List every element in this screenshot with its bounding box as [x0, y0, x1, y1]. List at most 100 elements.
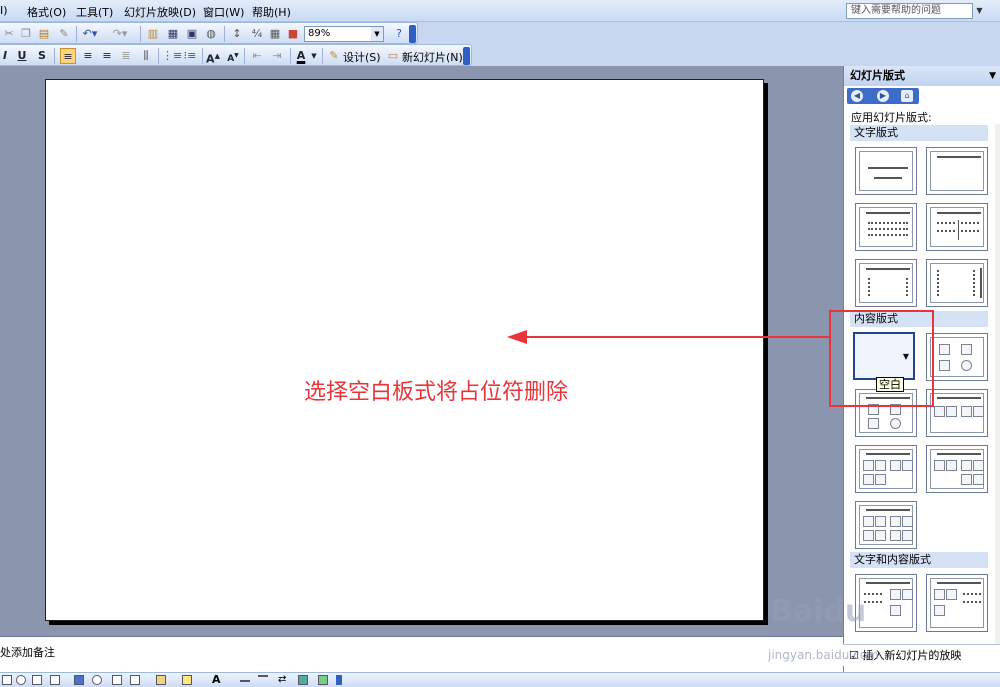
new-slide-button[interactable]: 新幻灯片(N) — [402, 49, 463, 65]
design-button[interactable]: 设计(S) — [343, 49, 381, 65]
oval-icon[interactable] — [16, 675, 26, 685]
show-formatting-icon[interactable]: ⁴⁄₄ — [250, 26, 264, 42]
textbox-icon[interactable] — [32, 675, 42, 685]
align-center-icon[interactable]: ≡ — [80, 48, 96, 64]
numbering-icon[interactable]: ⋮≡ — [162, 48, 182, 64]
zoom-select[interactable]: 89% ▼ — [304, 26, 384, 42]
rectangle-icon[interactable] — [2, 675, 12, 685]
increase-indent-icon[interactable]: ⇥ — [270, 48, 284, 64]
layout-title-text[interactable] — [855, 203, 917, 251]
formatting-toolbar: I U S ≡ ≡ ≡ ≣ ⫼ ⋮≡ ⁝≡ A▲ A▼ ⇤ ⇥ A ▼ ✎ 设计… — [0, 44, 472, 66]
fill-color-icon[interactable] — [156, 675, 166, 685]
layout-title-only[interactable] — [926, 147, 988, 195]
color-grayscale-icon[interactable]: ■ — [287, 26, 299, 42]
toolbar-options-grip[interactable] — [463, 47, 470, 65]
menu-item-window[interactable]: 窗口(W) — [203, 4, 244, 20]
shadow-button[interactable]: S — [36, 48, 48, 64]
bullets-icon[interactable]: ⁝≡ — [182, 48, 198, 64]
paste-icon[interactable]: ▤ — [38, 26, 50, 42]
font-color-draw-icon[interactable]: A — [212, 674, 222, 685]
layout-title-content-text[interactable] — [926, 574, 988, 632]
help-search-input[interactable]: 键入需要帮助的问题 — [846, 3, 973, 19]
layout-vertical-title-text[interactable] — [926, 259, 988, 307]
menu-item-view[interactable]: I) — [0, 4, 8, 17]
new-slide-icon: ▭ — [387, 49, 399, 62]
format-painter-icon[interactable]: ✎ — [58, 26, 70, 42]
annotation-arrow — [507, 330, 829, 344]
table-icon[interactable]: ▦ — [166, 26, 180, 42]
tables-borders-icon[interactable]: ▣ — [185, 26, 199, 42]
chevron-down-icon[interactable]: ▼ — [310, 48, 318, 64]
diagram-icon[interactable] — [92, 675, 102, 685]
expand-all-icon[interactable]: ↕ — [230, 26, 244, 42]
menu-item-tools[interactable]: 工具(T) — [76, 4, 113, 20]
forward-icon[interactable]: ▶ — [877, 90, 889, 102]
notes-pane[interactable]: 处添加备注 — [0, 636, 843, 672]
layout-title-content-2-content[interactable] — [855, 445, 917, 493]
task-pane-scrollbar[interactable] — [995, 124, 1000, 648]
toolbar-options-grip[interactable] — [336, 675, 342, 685]
menu-item-help[interactable]: 帮助(H) — [252, 4, 291, 20]
task-pane-menu-icon[interactable]: ▼ — [989, 66, 996, 86]
toolbar-separator — [224, 26, 225, 42]
chart-icon[interactable]: ▥ — [146, 26, 160, 42]
decrease-font-icon[interactable]: A▼ — [226, 48, 240, 64]
apply-layout-label: 应用幻灯片版式: — [851, 111, 932, 124]
insert-hyperlink-icon[interactable]: ◍ — [204, 26, 218, 42]
baidu-watermark-url: jingyan.baidu.com — [768, 648, 879, 662]
arrow-style-icon[interactable]: ⇄ — [278, 675, 288, 685]
toolbar-separator — [158, 48, 159, 64]
layout-vertical-text[interactable] — [855, 259, 917, 307]
dash-style-icon[interactable] — [258, 675, 268, 685]
menu-item-format[interactable]: 格式(O) — [27, 4, 66, 20]
align-left-icon[interactable]: ≡ — [60, 48, 76, 64]
font-color-icon[interactable]: A — [294, 48, 308, 64]
layout-title-4-content[interactable] — [855, 501, 917, 549]
drawing-toolbar: A ⇄ — [0, 672, 1000, 687]
zoom-value: 89% — [308, 28, 331, 39]
increase-font-icon[interactable]: A▲ — [206, 48, 220, 66]
toolbar-separator — [290, 48, 291, 64]
annotation-text: 选择空白板式将占位符删除 — [304, 380, 569, 405]
line-color-icon[interactable] — [182, 675, 192, 685]
copy-icon[interactable]: ❐ — [20, 26, 32, 42]
toolbar-separator — [322, 48, 323, 64]
grid-icon[interactable]: ▦ — [268, 26, 282, 42]
undo-icon[interactable]: ↶▾ — [82, 26, 98, 42]
underline-button[interactable]: U — [16, 48, 28, 64]
wordart-icon[interactable] — [74, 675, 84, 685]
toolbar-separator — [76, 26, 77, 42]
layout-title-2-content-content[interactable] — [926, 445, 988, 493]
picture-icon[interactable] — [130, 675, 140, 685]
italic-button[interactable]: I — [0, 48, 10, 64]
clipart-icon[interactable] — [112, 675, 122, 685]
cut-icon[interactable]: ✂ — [3, 26, 15, 42]
toolbar-separator — [54, 48, 55, 64]
layout-title-two-content[interactable] — [926, 389, 988, 437]
toolbar-options-grip[interactable] — [409, 25, 416, 43]
slide-canvas[interactable] — [45, 79, 764, 621]
redo-icon[interactable]: ↷▾ — [112, 26, 128, 42]
shadow-style-icon[interactable] — [298, 675, 308, 685]
vertical-textbox-icon[interactable] — [50, 675, 60, 685]
section-text-content-layouts: 文字和内容版式 — [850, 552, 988, 568]
layout-content[interactable] — [926, 333, 988, 381]
3d-style-icon[interactable] — [318, 675, 328, 685]
align-right-icon[interactable]: ≡ — [99, 48, 115, 64]
help-search-dropdown-icon[interactable]: ▼ — [973, 3, 986, 19]
back-icon[interactable]: ◀ — [851, 90, 863, 102]
home-icon[interactable]: ⌂ — [901, 90, 913, 102]
decrease-indent-icon[interactable]: ⇤ — [250, 48, 264, 64]
help-icon[interactable]: ? — [392, 26, 406, 42]
toolbar-separator — [140, 26, 141, 42]
chevron-down-icon[interactable]: ▼ — [371, 27, 383, 41]
line-style-icon[interactable] — [240, 680, 250, 682]
task-pane-nav: ◀ ▶ ⌂ — [847, 88, 919, 104]
menu-item-slideshow[interactable]: 幻灯片放映(D) — [124, 4, 196, 20]
distributed-icon[interactable]: ≣ — [118, 48, 134, 64]
toolbar-separator — [202, 48, 203, 64]
layout-title-slide[interactable] — [855, 147, 917, 195]
task-pane-title: 幻灯片版式 — [850, 69, 905, 82]
layout-title-two-column[interactable] — [926, 203, 988, 251]
vertical-align-icon[interactable]: ⫼ — [138, 48, 154, 64]
